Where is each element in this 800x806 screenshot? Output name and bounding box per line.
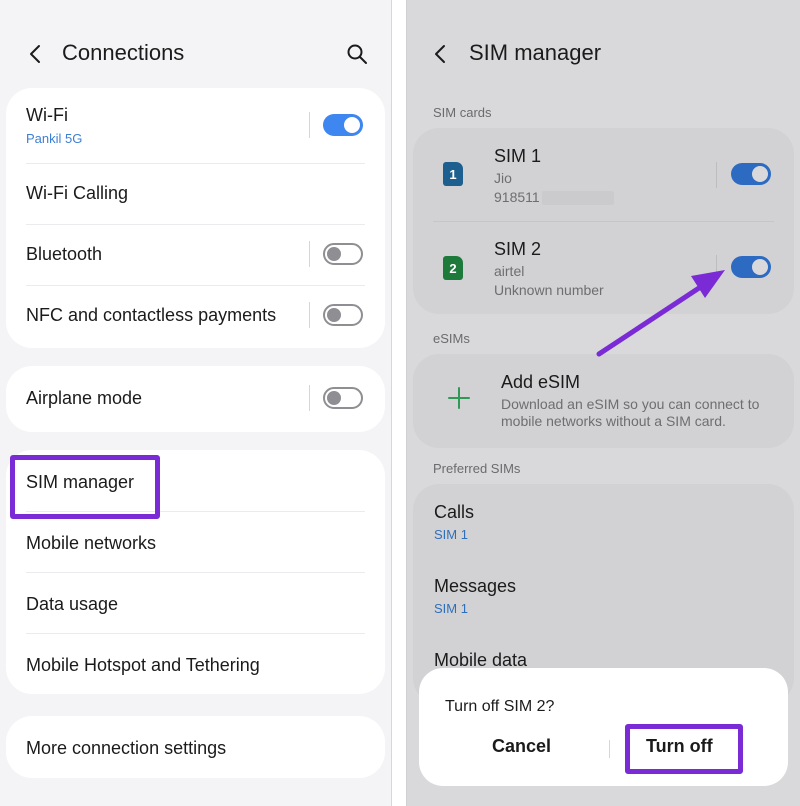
more-settings-card: More connection settings — [6, 716, 385, 778]
section-header-esims: eSIMs — [433, 331, 470, 346]
add-esim-label: Add eSIM — [501, 372, 581, 392]
data-usage-label: Data usage — [26, 594, 119, 614]
wifi-label: Wi-Fi — [26, 105, 68, 125]
calls-label: Calls — [434, 502, 475, 522]
section-header-preferred: Preferred SIMs — [433, 461, 521, 476]
dialog-button-separator — [609, 740, 610, 758]
toggle-knob — [344, 117, 360, 133]
calls-value: SIM 1 — [434, 527, 468, 542]
wifi-calling-label: Wi-Fi Calling — [26, 183, 129, 203]
nfc-label: NFC and contactless payments — [26, 305, 277, 325]
plus-icon — [448, 387, 470, 409]
redacted-number — [541, 191, 614, 206]
wifi-network-name: Pankil 5G — [26, 131, 83, 146]
search-icon[interactable] — [345, 42, 369, 66]
sim1-carrier: Jio — [494, 170, 512, 186]
airplane-label: Airplane mode — [26, 388, 143, 408]
sim1-separator — [716, 162, 717, 188]
airplane-separator — [309, 385, 310, 411]
sim2-toggle[interactable] — [731, 256, 771, 278]
sim-manager-screen: SIM manager SIM cards 1 SIM 1 Jio 918511… — [406, 0, 800, 806]
sim-cards-card: 1 SIM 1 Jio 918511 2 SIM 2 airtel Unknow… — [413, 128, 794, 314]
more-settings-label: More connection settings — [26, 738, 227, 758]
more-settings-row[interactable]: More connection settings — [26, 738, 365, 759]
toggle-knob — [752, 166, 768, 182]
page-title: Connections — [62, 40, 185, 65]
messages-value: SIM 1 — [434, 601, 468, 616]
divider — [26, 163, 365, 164]
sim1-number: 918511 — [494, 189, 540, 205]
messages-row[interactable]: Messages SIM 1 — [434, 576, 516, 616]
divider — [433, 221, 774, 222]
nfc-separator — [309, 302, 310, 328]
bluetooth-row[interactable]: Bluetooth — [26, 244, 365, 265]
connections-screen: Connections Wi-Fi Pankil 5G Wi-Fi Callin… — [0, 0, 392, 806]
nfc-toggle[interactable] — [323, 304, 363, 326]
back-arrow-icon[interactable] — [24, 42, 48, 66]
toggle-knob — [752, 259, 768, 275]
sim1-number-row: 918511 — [494, 189, 614, 206]
divider — [26, 633, 365, 634]
wifi-row[interactable]: Wi-Fi Pankil 5G — [26, 105, 365, 146]
toggle-knob — [327, 391, 341, 405]
wifi-separator — [309, 112, 310, 138]
nfc-row[interactable]: NFC and contactless payments — [26, 305, 365, 326]
wifi-calling-row[interactable]: Wi-Fi Calling — [26, 183, 365, 204]
mobile-networks-row[interactable]: Mobile networks — [26, 533, 365, 554]
dialog-title: Turn off SIM 2? — [445, 698, 555, 715]
sim2-number: Unknown number — [494, 282, 604, 298]
section-header-sim-cards: SIM cards — [433, 105, 492, 120]
hotspot-row[interactable]: Mobile Hotspot and Tethering — [26, 655, 365, 676]
esim-card[interactable]: Add eSIM Download an eSIM so you can con… — [413, 354, 794, 448]
sim2-row[interactable]: SIM 2 airtel Unknown number — [494, 239, 604, 298]
bluetooth-separator — [309, 241, 310, 267]
hotspot-label: Mobile Hotspot and Tethering — [26, 655, 260, 675]
airplane-row[interactable]: Airplane mode — [26, 388, 365, 409]
divider — [26, 285, 365, 286]
page-title: SIM manager — [469, 40, 602, 65]
bluetooth-toggle[interactable] — [323, 243, 363, 265]
sim1-card-icon: 1 — [443, 162, 463, 186]
sim-manager-header: SIM manager — [407, 34, 800, 74]
connections-header: Connections — [0, 34, 391, 74]
calls-row[interactable]: Calls SIM 1 — [434, 502, 474, 542]
wifi-toggle[interactable] — [323, 114, 363, 136]
add-esim-description: Download an eSIM so you can connect to m… — [501, 396, 760, 429]
airplane-card: Airplane mode — [6, 366, 385, 432]
sim1-toggle[interactable] — [731, 163, 771, 185]
sim2-separator — [716, 255, 717, 281]
back-arrow-icon[interactable] — [429, 42, 453, 66]
sim1-name: SIM 1 — [494, 146, 542, 166]
sim2-carrier: airtel — [494, 263, 525, 279]
divider — [26, 224, 365, 225]
turn-off-highlight — [625, 724, 743, 774]
airplane-toggle[interactable] — [323, 387, 363, 409]
network-settings-card: Wi-Fi Pankil 5G Wi-Fi Calling Bluetooth … — [6, 88, 385, 348]
sim2-card-icon: 2 — [443, 256, 463, 280]
data-usage-row[interactable]: Data usage — [26, 594, 365, 615]
messages-label: Messages — [434, 576, 517, 596]
toggle-knob — [327, 247, 341, 261]
bluetooth-label: Bluetooth — [26, 244, 103, 264]
sim2-name: SIM 2 — [494, 239, 542, 259]
sim-manager-highlight — [10, 455, 160, 519]
cancel-button[interactable]: Cancel — [492, 736, 551, 757]
divider — [26, 572, 365, 573]
turn-off-sim-dialog: Turn off SIM 2? Cancel Turn off — [419, 668, 788, 786]
mobile-networks-label: Mobile networks — [26, 533, 157, 553]
sim1-row[interactable]: SIM 1 Jio 918511 — [494, 146, 614, 206]
toggle-knob — [327, 308, 341, 322]
